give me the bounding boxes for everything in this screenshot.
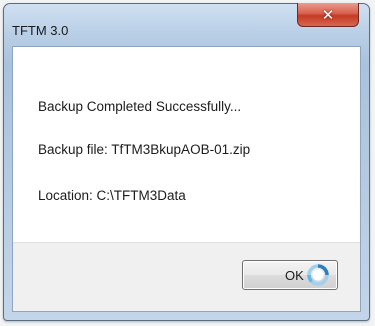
busy-spinner-icon <box>307 264 329 286</box>
dialog-body: Backup Completed Successfully... Backup … <box>12 46 361 312</box>
ok-button[interactable]: OK <box>242 260 338 290</box>
status-message: Backup Completed Successfully... <box>38 99 242 114</box>
close-button[interactable]: ✕ <box>297 3 359 27</box>
location-text: Location: C:\TFTM3Data <box>38 188 186 203</box>
button-area: OK <box>13 242 360 311</box>
backup-file-text: Backup file: TfTM3BkupAOB-01.zip <box>38 142 251 157</box>
dialog-window: TFTM 3.0 ✕ Backup Completed Successfully… <box>3 3 370 321</box>
ok-button-label: OK <box>285 268 304 283</box>
window-title: TFTM 3.0 <box>12 23 69 38</box>
title-bar[interactable]: TFTM 3.0 ✕ <box>4 3 369 46</box>
close-icon: ✕ <box>321 6 335 24</box>
